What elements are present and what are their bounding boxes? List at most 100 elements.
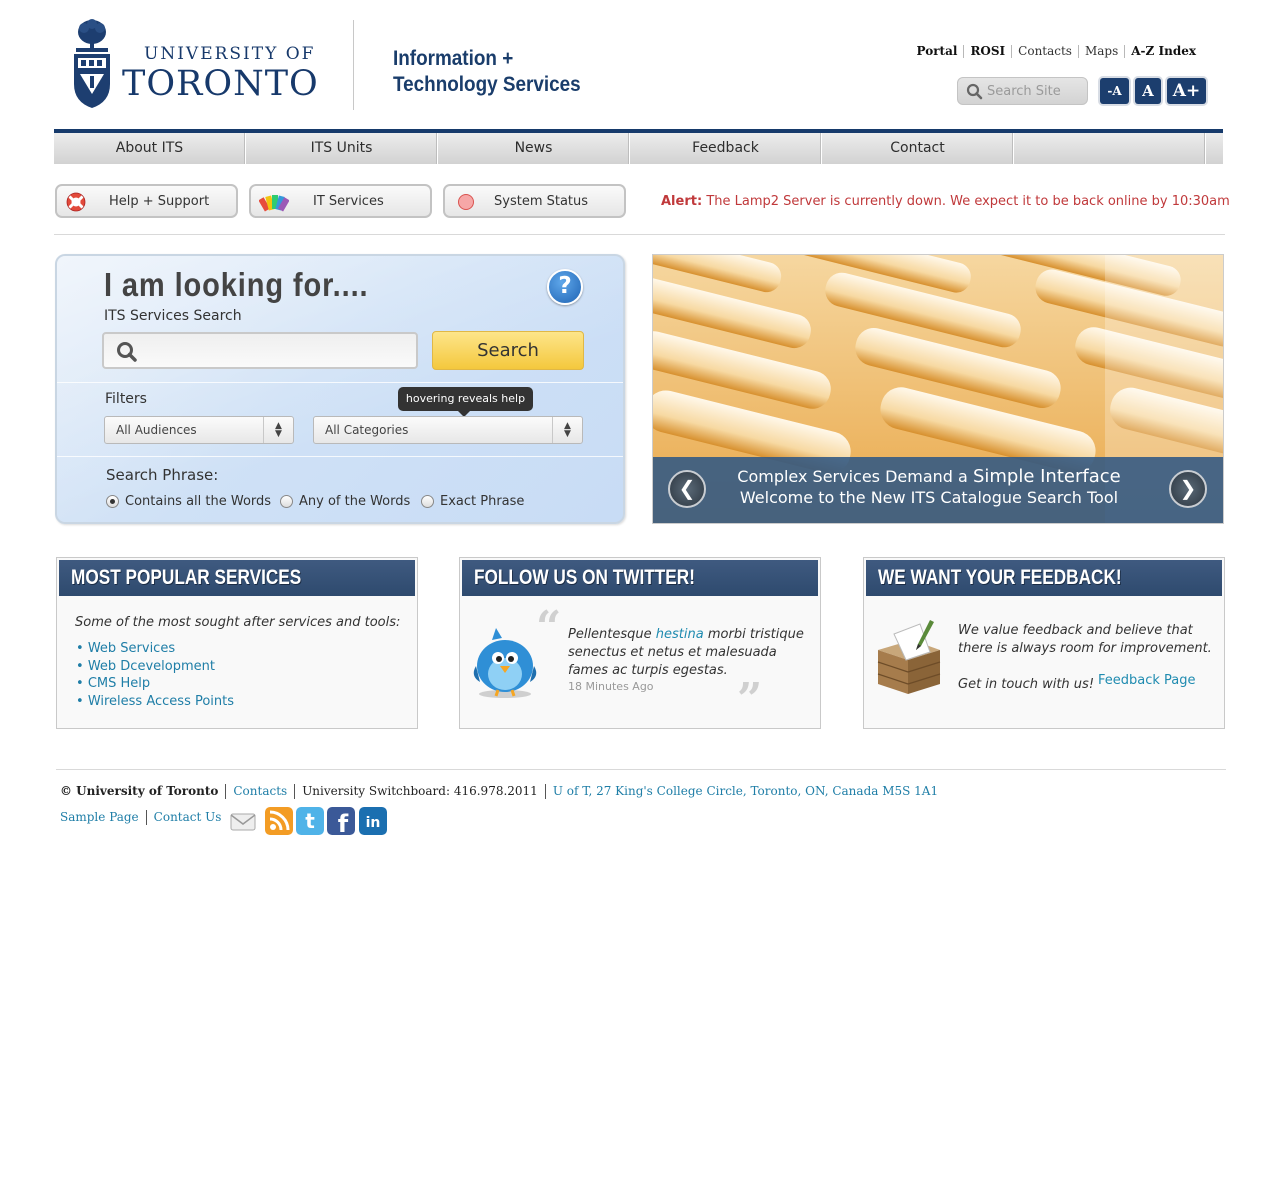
twitter-box: FOLLOW US ON TWITTER! “ Pellentesque hes… [459, 557, 821, 729]
phrase-option-label: Contains all the Words [125, 494, 272, 509]
hero-prev-button[interactable]: ❮ [668, 470, 706, 508]
footer-divider [56, 769, 1226, 770]
footer-line1: © University of Toronto Contacts Univers… [60, 784, 945, 799]
box-header: WE WANT YOUR FEEDBACK! [866, 560, 1222, 596]
util-link-portal[interactable]: Portal [911, 45, 964, 58]
uoft-crest-icon [74, 19, 110, 108]
popular-link-web-development[interactable]: Web Dcevelopment [76, 658, 234, 676]
finder-search-field [102, 332, 418, 369]
service-finder-panel: I am looking for.... ITS Services Search… [55, 254, 625, 524]
nav-its-units[interactable]: ITS Units [246, 133, 438, 164]
quote-close-icon: ” [737, 674, 763, 725]
font-size-increase-button[interactable]: A+ [1167, 78, 1206, 104]
utility-links: Portal ROSI Contacts Maps A-Z Index [911, 45, 1202, 58]
finder-title: I am looking for.... [104, 266, 369, 303]
site-title[interactable]: Information + Technology Services [393, 46, 581, 98]
radio-button[interactable] [106, 495, 119, 508]
finder-search-input[interactable] [146, 339, 408, 363]
footer-address-link[interactable]: U of T, 27 King's College Circle, Toront… [544, 784, 945, 799]
audience-select[interactable]: All Audiences ▲ ▼ [104, 416, 294, 444]
tweet-time: 18 Minutes Ago [568, 680, 654, 693]
feedback-box: WE WANT YOUR FEEDBACK! We value feedback… [863, 557, 1225, 729]
site-search-input[interactable] [987, 81, 1083, 101]
font-size-normal-button[interactable]: A [1135, 78, 1161, 104]
util-link-rosi[interactable]: ROSI [963, 45, 1011, 58]
system-status-label: System Status [494, 194, 589, 209]
audience-select-value: All Audiences [116, 423, 197, 437]
nav-contact[interactable]: Contact [822, 133, 1014, 164]
footer-contact-us-link[interactable]: Contact Us [145, 810, 229, 825]
box-header: MOST POPULAR SERVICES [59, 560, 415, 596]
search-icon[interactable] [966, 83, 983, 100]
quote-open-icon: “ [536, 602, 562, 653]
hero-slider: Complex Services Demand a Simple Interfa… [652, 254, 1224, 524]
header-divider [353, 20, 354, 110]
popular-link-cms-help[interactable]: CMS Help [76, 675, 234, 693]
phrase-label: Search Phrase: [106, 466, 219, 484]
help-tooltip: hovering reveals help [398, 387, 533, 417]
radio-button[interactable] [421, 495, 434, 508]
util-link-maps[interactable]: Maps [1077, 45, 1124, 58]
mail-icon[interactable] [229, 807, 257, 835]
popular-intro: Some of the most sought after services a… [75, 615, 401, 630]
help-support-button[interactable]: Help + Support [55, 184, 238, 218]
nav-empty [1014, 133, 1206, 164]
uoft-logo[interactable]: UNIVERSITY OF TORONTO [72, 18, 332, 110]
util-link-contacts[interactable]: Contacts [1011, 45, 1078, 58]
radio-button[interactable] [280, 495, 293, 508]
select-arrows-icon: ▲ ▼ [552, 417, 582, 443]
phrase-option-all[interactable]: Contains all the Words [106, 494, 271, 509]
divider [54, 234, 1225, 235]
svg-text:t: t [305, 809, 315, 833]
nav-feedback[interactable]: Feedback [630, 133, 822, 164]
it-services-button[interactable]: IT Services [249, 184, 432, 218]
hero-next-button[interactable]: ❯ [1169, 470, 1207, 508]
font-size-decrease-button[interactable]: -A [1100, 78, 1129, 104]
footer-contacts-link[interactable]: Contacts [225, 784, 294, 799]
tweet-link[interactable]: hestina [656, 627, 704, 642]
feedback-text: We value feedback and believe that there… [958, 623, 1212, 656]
footer-switchboard: University Switchboard: 416.978.2011 [294, 784, 545, 799]
svg-text:f: f [338, 810, 349, 835]
facebook-icon[interactable]: f [327, 807, 355, 835]
feedback-cta: Get in touch with us! [958, 677, 1095, 692]
system-status-button[interactable]: System Status [443, 184, 626, 218]
finder-subtitle: ITS Services Search [104, 308, 242, 324]
help-question-icon[interactable]: ? [547, 269, 583, 305]
popular-link-wireless[interactable]: Wireless Access Points [76, 693, 234, 711]
panel-separator [57, 456, 623, 457]
logo-line1: UNIVERSITY OF [144, 44, 316, 64]
panel-separator [57, 382, 623, 383]
footer-line2: Sample Page Contact Us [60, 810, 228, 825]
phrase-option-any[interactable]: Any of the Words [280, 494, 410, 509]
finder-search-button[interactable]: Search [432, 331, 584, 370]
phrase-option-exact[interactable]: Exact Phrase [421, 494, 524, 509]
twitter-bird-icon [473, 628, 537, 698]
svg-text:in: in [366, 815, 381, 831]
status-dot-icon [458, 194, 474, 210]
footer-copyright: © University of Toronto [60, 784, 219, 798]
logo-line2: TORONTO [122, 64, 319, 104]
tweet-text: Pellentesque hestina morbi tristique sen… [568, 626, 808, 680]
hero-caption-pre: Complex Services Demand a [737, 467, 968, 486]
search-icon [117, 342, 137, 362]
util-link-az-index[interactable]: A-Z Index [1124, 45, 1202, 58]
popular-link-web-services[interactable]: Web Services [76, 640, 234, 658]
footer-sample-page-link[interactable]: Sample Page [60, 810, 146, 825]
rss-icon[interactable] [265, 807, 293, 835]
site-title-line2: Technology Services [393, 73, 581, 96]
tweet-pre: Pellentesque [568, 627, 652, 642]
twitter-icon[interactable]: t [296, 807, 324, 835]
popular-heading: MOST POPULAR SERVICES [71, 566, 302, 589]
feedback-page-link[interactable]: Feedback Page [1098, 673, 1196, 688]
popular-links-list: Web Services Web Dcevelopment CMS Help W… [76, 640, 234, 710]
linkedin-icon[interactable]: in [359, 807, 387, 835]
feedback-heading: WE WANT YOUR FEEDBACK! [878, 566, 1122, 589]
nav-about-its[interactable]: About ITS [54, 133, 246, 164]
nav-news[interactable]: News [438, 133, 630, 164]
hero-caption-line1: Complex Services Demand a Simple Interfa… [653, 466, 1205, 487]
category-select[interactable]: All Categories ▲ ▼ [313, 416, 583, 444]
phrase-option-label: Exact Phrase [440, 494, 525, 509]
hero-caption-strong: Simple Interface [972, 466, 1121, 487]
category-select-value: All Categories [325, 423, 409, 437]
